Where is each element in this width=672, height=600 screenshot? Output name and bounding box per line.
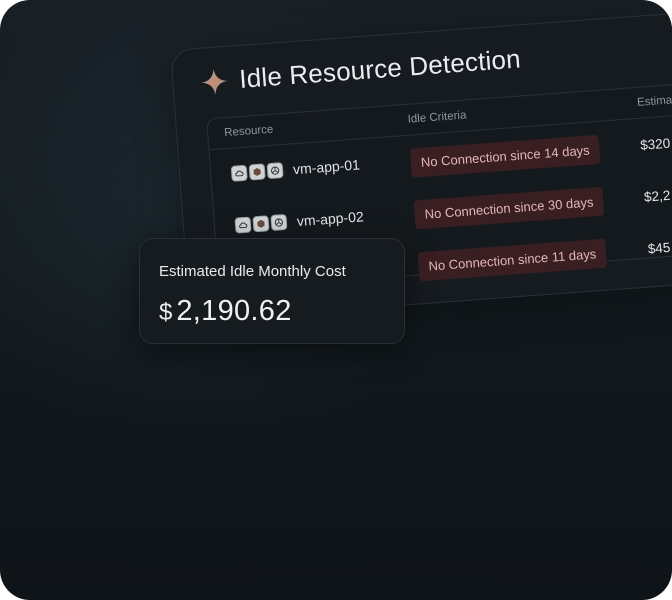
resource-icons — [234, 213, 288, 234]
summary-amount: 2,190.62 — [176, 295, 292, 327]
idle-criteria-badge: No Connection since 14 days — [409, 134, 601, 178]
panel-title: Idle Resource Detection — [238, 43, 522, 94]
resource-cell: vm-app-02 — [234, 208, 365, 234]
resource-icons — [230, 162, 284, 182]
app-frame: Idle Resource Detection Resource Idle Cr… — [0, 0, 672, 600]
idle-criteria-badge: No Connection since 11 days — [417, 238, 608, 282]
estimated-cost: $320 — [639, 135, 671, 153]
column-header-criteria: Idle Criteria — [407, 109, 467, 126]
resource-cell: vm-app-01 — [230, 156, 361, 182]
estimated-cost: $45 — [647, 239, 671, 257]
resource-name: vm-app-02 — [296, 208, 365, 230]
cloud-icon — [230, 164, 248, 182]
idle-cost-summary-card: Estimated Idle Monthly Cost $ 2,190.62 — [139, 238, 405, 344]
column-header-resource: Resource — [223, 123, 274, 140]
network-icon — [266, 162, 284, 180]
hexagon-icon — [252, 215, 270, 233]
estimated-cost: $2,2 — [643, 187, 671, 205]
network-icon — [270, 213, 288, 232]
panel-header: Idle Resource Detection — [198, 43, 522, 98]
summary-value: $ 2,190.62 — [159, 295, 292, 328]
resource-name: vm-app-01 — [292, 156, 361, 178]
hexagon-icon — [248, 163, 266, 181]
cloud-icon — [234, 216, 252, 234]
sparkle-icon — [201, 68, 228, 95]
column-header-cost: Estimat — [636, 94, 672, 109]
idle-criteria-badge: No Connection since 30 days — [413, 186, 605, 230]
currency-symbol: $ — [159, 299, 173, 326]
summary-label: Estimated Idle Monthly Cost — [159, 263, 346, 280]
